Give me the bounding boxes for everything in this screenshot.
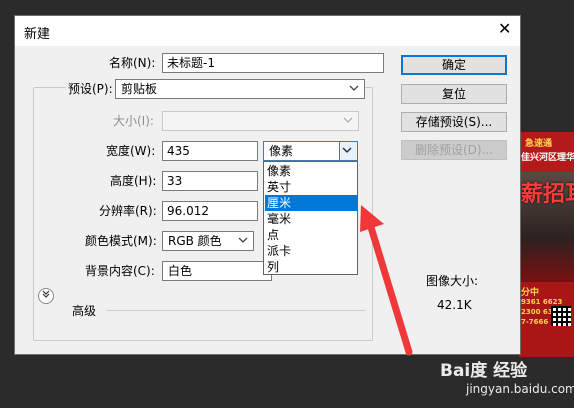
red-arrow-annotation [360,205,413,356]
baidu-logo: Bai度 经验 [440,361,528,381]
watermark-url: jingyan.baidu.com [466,382,574,396]
